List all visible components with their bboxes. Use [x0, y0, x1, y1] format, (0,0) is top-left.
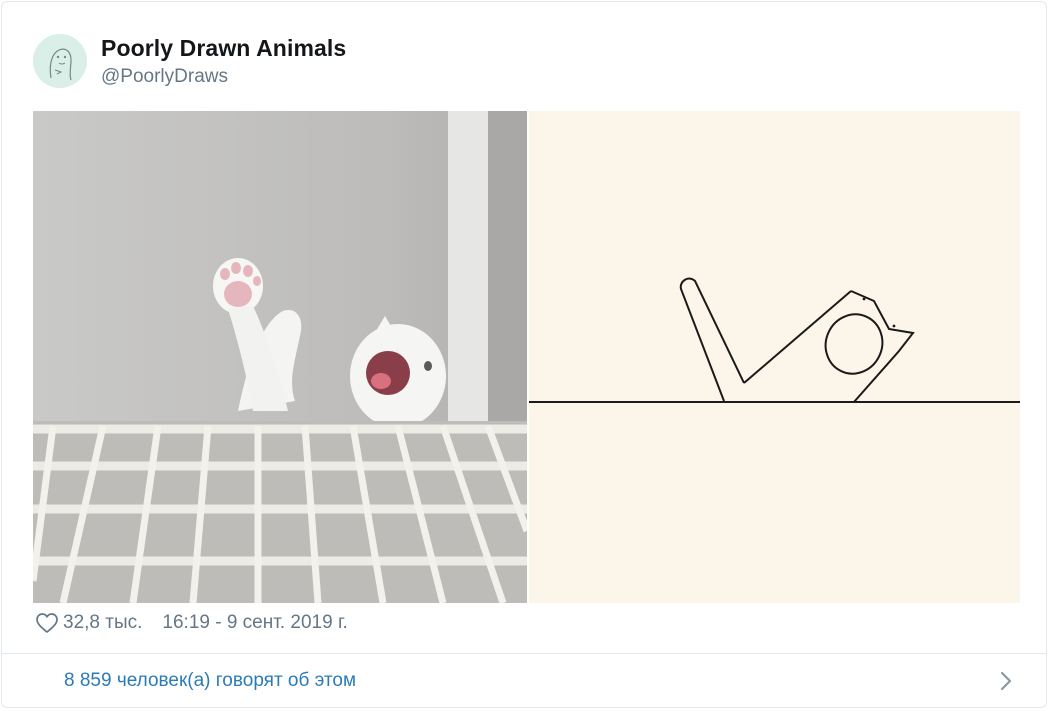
tweet-embed-card: Poorly Drawn Animals @PoorlyDraws 32,8 т… — [1, 1, 1047, 708]
cat-sketch-illustration — [529, 111, 1020, 603]
tweet-meta-row: 32,8 тыс. 16:19 - 9 сент. 2019 г. — [35, 610, 348, 636]
heart-icon[interactable] — [35, 611, 59, 635]
chevron-right-icon[interactable] — [998, 669, 1014, 693]
like-count[interactable]: 32,8 тыс. — [63, 612, 142, 634]
poorly-drawn-cat-sketch[interactable] — [529, 111, 1020, 603]
cat-yawning-photo[interactable] — [33, 111, 527, 603]
conversation-link[interactable]: 8 859 человек(а) говорят об этом — [2, 654, 1046, 708]
display-name[interactable]: Poorly Drawn Animals — [101, 35, 346, 62]
cat-photo-illustration — [33, 111, 527, 603]
avatar[interactable] — [33, 34, 87, 88]
tweet-timestamp[interactable]: 16:19 - 9 сент. 2019 г. — [162, 612, 347, 634]
user-handle[interactable]: @PoorlyDraws — [101, 66, 228, 88]
avatar-sketch-icon — [33, 34, 87, 88]
media-grid — [33, 111, 1020, 603]
conversation-label[interactable]: 8 859 человек(а) говорят об этом — [64, 670, 356, 692]
